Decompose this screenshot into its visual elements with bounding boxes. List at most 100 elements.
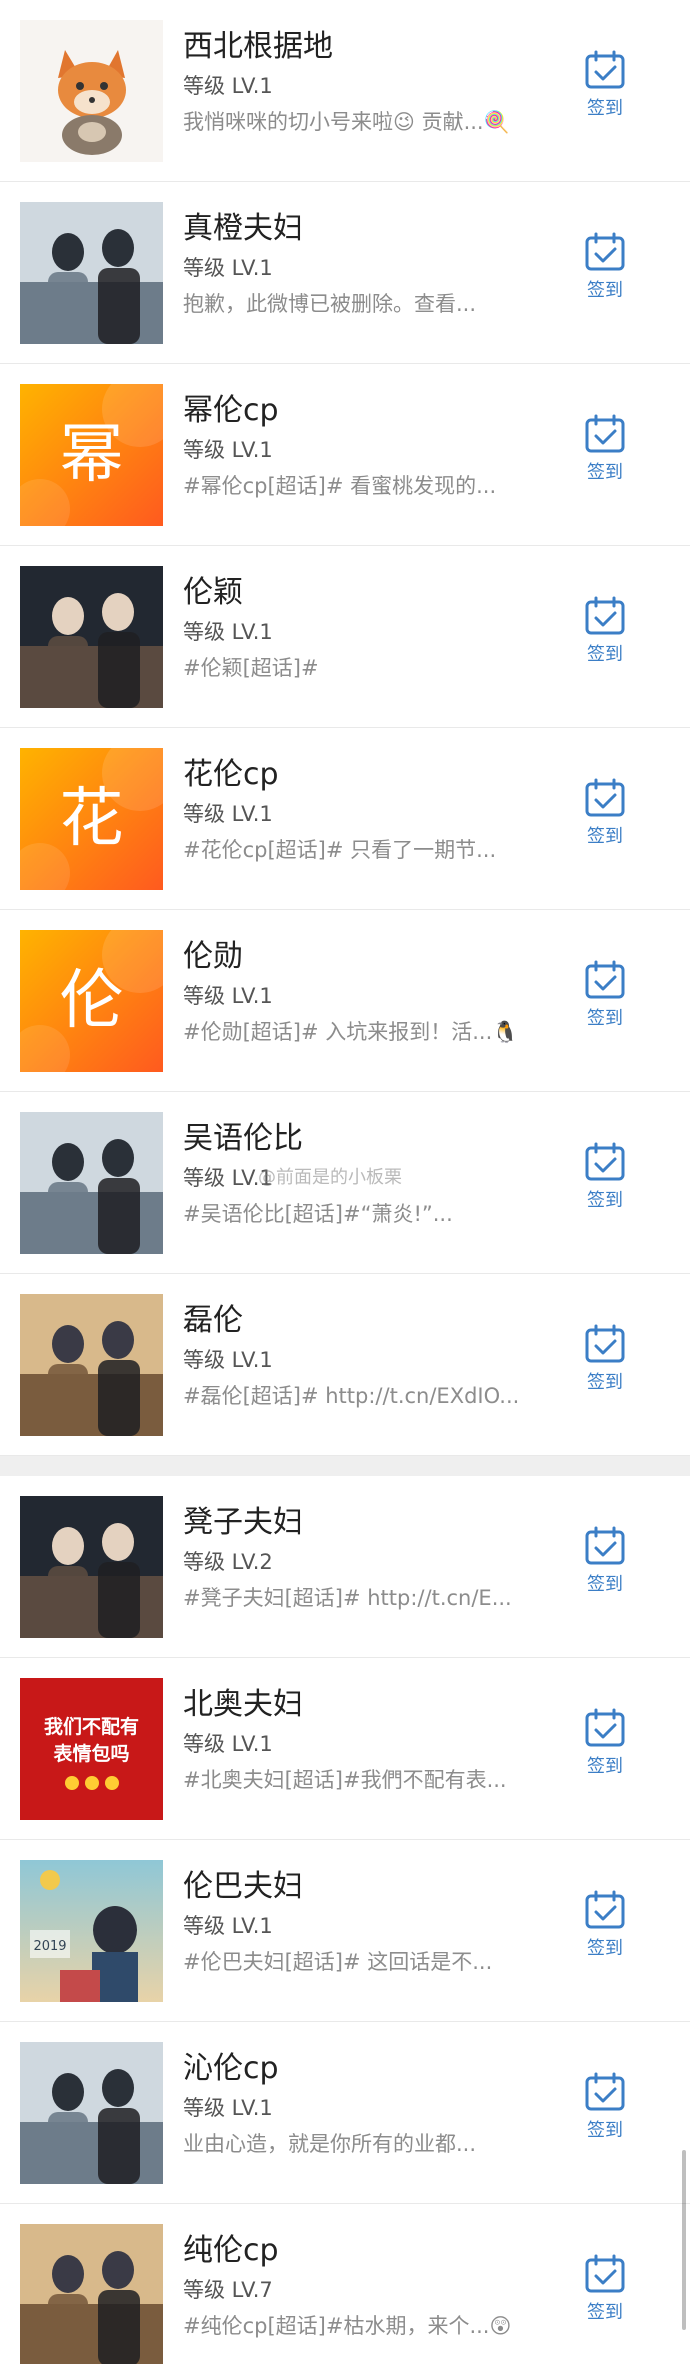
topic-latest-post[interactable]: #伦勋[超话]# 入坑来报到！活...🐧 xyxy=(183,1018,528,1046)
topic-name[interactable]: 西北根据地 xyxy=(183,28,523,66)
topic-avatar-char: 花 xyxy=(60,782,124,856)
topic-name[interactable]: 北奥夫妇 xyxy=(183,1686,523,1724)
topic-level: 等级 LV.1 xyxy=(183,802,273,826)
cover-photo-image xyxy=(20,1294,163,1436)
topic-list-item[interactable]: 西北根据地 等级 LV.1 我悄咪咪的切小号来啦😉 贡献...🍭 签到 xyxy=(0,0,690,182)
checkin-button[interactable]: 签到 xyxy=(572,1324,638,1404)
topic-avatar-graphic: 伦 xyxy=(20,930,163,1072)
cover-photo-image xyxy=(20,1112,163,1254)
topic-latest-post[interactable]: 我悄咪咪的切小号来啦😉 贡献...🍭 xyxy=(183,108,528,136)
scrollbar[interactable] xyxy=(682,2150,686,2330)
topic-name[interactable]: 伦巴夫妇 xyxy=(183,1868,523,1906)
super-topic-list: 西北根据地 等级 LV.1 我悄咪咪的切小号来啦😉 贡献...🍭 签到 真橙夫妇… xyxy=(0,0,690,2364)
topic-avatar-graphic: 幂 xyxy=(20,384,163,526)
topic-latest-post[interactable]: #磊伦[超话]# http://t.cn/EXdIO... xyxy=(183,1382,528,1410)
fox-cartoon-image xyxy=(20,20,163,162)
topic-list-item[interactable]: 幂 幂伦cp 等级 LV.1 #幂伦cp[超话]# 看蜜桃发现的... 签到 xyxy=(0,364,690,546)
cover-photo-image xyxy=(20,566,163,708)
topic-avatar[interactable]: 花 xyxy=(20,748,163,890)
topic-list-item[interactable]: 花 花伦cp 等级 LV.1 #花伦cp[超话]# 只看了一期节... 签到 xyxy=(0,728,690,910)
topic-avatar[interactable] xyxy=(20,202,163,344)
topic-list-item[interactable]: 2019 伦巴夫妇 等级 LV.1 #伦巴夫妇[超话]# 这回话是不... 签到 xyxy=(0,1840,690,2022)
topic-avatar[interactable]: 我们不配有 表情包吗 xyxy=(20,1678,163,1820)
topic-avatar[interactable]: 2019 xyxy=(20,1860,163,2002)
topic-list-item[interactable]: 伦 伦勋 等级 LV.1 #伦勋[超话]# 入坑来报到！活...🐧 签到 xyxy=(0,910,690,1092)
checkin-button[interactable]: 签到 xyxy=(572,414,638,494)
topic-list-item[interactable]: 吴语伦比 等级 LV.1 #吴语伦比[超话]#“萧炎!”... 签到 xyxy=(0,1092,690,1274)
topic-latest-post[interactable]: #凳子夫妇[超话]# http://t.cn/E... xyxy=(183,1584,528,1612)
checkin-button[interactable]: 签到 xyxy=(572,50,638,130)
checkin-button[interactable]: 签到 xyxy=(572,1142,638,1222)
topic-level: 等级 LV.1 xyxy=(183,1348,273,1372)
checkin-label: 签到 xyxy=(587,98,623,119)
topic-list-item[interactable]: 凳子夫妇 等级 LV.2 #凳子夫妇[超话]# http://t.cn/E...… xyxy=(0,1476,690,1658)
topic-avatar[interactable] xyxy=(20,20,163,162)
topic-info: 北奥夫妇 等级 LV.1 #北奥夫妇[超话]#我們不配有表... xyxy=(183,1686,523,1794)
topic-latest-post[interactable]: 业由心造，就是你所有的业都... xyxy=(183,2130,528,2158)
checkin-button[interactable]: 签到 xyxy=(572,960,638,1040)
topic-list-item[interactable]: 沁伦cp 等级 LV.1 业由心造，就是你所有的业都... 签到 xyxy=(0,2022,690,2204)
topic-avatar[interactable] xyxy=(20,566,163,708)
topic-name[interactable]: 幂伦cp xyxy=(183,392,523,430)
topic-list-item[interactable]: 我们不配有 表情包吗 北奥夫妇 等级 LV.1 #北奥夫妇[超话]#我們不配有表… xyxy=(0,1658,690,1840)
topic-name[interactable]: 磊伦 xyxy=(183,1302,523,1340)
checkin-button[interactable]: 签到 xyxy=(572,1890,638,1970)
topic-avatar[interactable]: 幂 xyxy=(20,384,163,526)
checkin-label: 签到 xyxy=(587,2120,623,2141)
topic-info: 纯伦cp 等级 LV.7 #纯伦cp[超话]#枯水期，来个...😲 xyxy=(183,2232,523,2340)
calendar-check-icon xyxy=(585,960,625,999)
topic-name[interactable]: 吴语伦比 xyxy=(183,1120,523,1158)
topic-latest-post[interactable]: #北奥夫妇[超话]#我們不配有表... xyxy=(183,1766,528,1794)
checkin-button[interactable]: 签到 xyxy=(572,1708,638,1788)
calendar-check-icon xyxy=(585,2072,625,2111)
meme-text-image: 我们不配有 表情包吗 xyxy=(20,1678,163,1820)
calendar-check-icon xyxy=(585,1526,625,1565)
checkin-button[interactable]: 签到 xyxy=(572,778,638,858)
topic-latest-post[interactable]: #伦颖[超话]# xyxy=(183,654,528,682)
topic-list-item[interactable]: 磊伦 等级 LV.1 #磊伦[超话]# http://t.cn/EXdIO...… xyxy=(0,1274,690,1456)
checkin-label: 签到 xyxy=(587,1938,623,1959)
topic-list-item[interactable]: 真橙夫妇 等级 LV.1 抱歉，此微博已被删除。查看... 签到 xyxy=(0,182,690,364)
topic-latest-post[interactable]: #花伦cp[超话]# 只看了一期节... xyxy=(183,836,528,864)
topic-level: 等级 LV.7 xyxy=(183,2278,273,2302)
topic-info: 凳子夫妇 等级 LV.2 #凳子夫妇[超话]# http://t.cn/E... xyxy=(183,1504,523,1612)
topic-level: 等级 LV.1 xyxy=(183,2096,273,2120)
topic-avatar[interactable] xyxy=(20,2042,163,2184)
topic-latest-post[interactable]: #幂伦cp[超话]# 看蜜桃发现的... xyxy=(183,472,528,500)
topic-list-item[interactable]: 纯伦cp 等级 LV.7 #纯伦cp[超话]#枯水期，来个...😲 签到 xyxy=(0,2204,690,2364)
topic-avatar[interactable] xyxy=(20,2224,163,2364)
checkin-button[interactable]: 签到 xyxy=(572,2254,638,2334)
topic-info: 伦勋 等级 LV.1 #伦勋[超话]# 入坑来报到！活...🐧 xyxy=(183,938,523,1046)
topic-avatar[interactable] xyxy=(20,1112,163,1254)
topic-name[interactable]: 伦勋 xyxy=(183,938,523,976)
topic-avatar-char: 伦 xyxy=(60,964,124,1038)
topic-level: 等级 LV.1 xyxy=(183,1914,273,1938)
checkin-button[interactable]: 签到 xyxy=(572,1526,638,1606)
topic-name[interactable]: 凳子夫妇 xyxy=(183,1504,523,1542)
topic-avatar[interactable]: 伦 xyxy=(20,930,163,1072)
topic-latest-post[interactable]: #纯伦cp[超话]#枯水期，来个...😲 xyxy=(183,2312,528,2340)
topic-latest-post[interactable]: #吴语伦比[超话]#“萧炎!”... xyxy=(183,1200,528,1228)
topic-name[interactable]: 纯伦cp xyxy=(183,2232,523,2270)
checkin-label: 签到 xyxy=(587,462,623,483)
topic-name[interactable]: 伦颖 xyxy=(183,574,523,612)
checkin-button[interactable]: 签到 xyxy=(572,2072,638,2152)
topic-name[interactable]: 花伦cp xyxy=(183,756,523,794)
topic-name[interactable]: 沁伦cp xyxy=(183,2050,523,2088)
cover-photo-image xyxy=(20,2224,163,2364)
topic-avatar[interactable] xyxy=(20,1496,163,1638)
topic-level: 等级 LV.1 xyxy=(183,1732,273,1756)
topic-level: 等级 LV.1 xyxy=(183,1166,273,1190)
topic-latest-post[interactable]: 抱歉，此微博已被删除。查看... xyxy=(183,290,528,318)
topic-level: 等级 LV.1 xyxy=(183,74,273,98)
topic-latest-post[interactable]: #伦巴夫妇[超话]# 这回话是不... xyxy=(183,1948,528,1976)
topic-level: 等级 LV.1 xyxy=(183,984,273,1008)
checkin-button[interactable]: 签到 xyxy=(572,596,638,676)
checkin-button[interactable]: 签到 xyxy=(572,232,638,312)
topic-avatar[interactable] xyxy=(20,1294,163,1436)
calendar-check-icon xyxy=(585,778,625,817)
topic-info: 幂伦cp 等级 LV.1 #幂伦cp[超话]# 看蜜桃发现的... xyxy=(183,392,523,500)
topic-list-item[interactable]: 伦颖 等级 LV.1 #伦颖[超话]# 签到 xyxy=(0,546,690,728)
topic-level: 等级 LV.1 xyxy=(183,620,273,644)
topic-name[interactable]: 真橙夫妇 xyxy=(183,210,523,248)
